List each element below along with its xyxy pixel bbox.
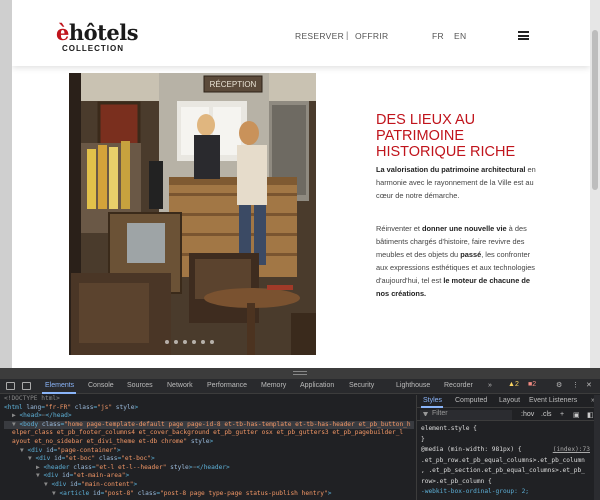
style-rule-line: .et_pb_row.et_pb_equal_columns>.et_pb_co…: [421, 456, 585, 464]
styles-tab-layout[interactable]: Layout: [499, 397, 520, 404]
site-logo[interactable]: èhôtels COLLECTION: [56, 20, 139, 56]
logo-wordmark: èhôtels: [56, 20, 139, 45]
styles-filter-row: Filter :hov .cls + ▣ ◧: [417, 409, 600, 421]
styles-filter-input[interactable]: Filter: [420, 410, 512, 420]
dom-node-line[interactable]: ▼ <div id="page-container">: [4, 447, 414, 456]
dom-node-line[interactable]: ▼ <body class="home page-template-defaul…: [4, 420, 414, 430]
paragraph-heritage: La valorisation du patrimoine architectu…: [376, 163, 544, 202]
logo-subtitle: COLLECTION: [62, 44, 124, 53]
style-rule-line: row>.et_pb_column {: [421, 477, 492, 485]
bold-text: donner une nouvelle vie: [422, 224, 507, 233]
devtools-tabbar: Elements Console Sources Network Perform…: [0, 379, 600, 394]
inspect-element-icon[interactable]: [6, 382, 15, 390]
settings-gear-icon[interactable]: ⚙: [556, 381, 562, 389]
warning-icon: ▲: [508, 381, 515, 388]
devtools-tab-security[interactable]: Security: [349, 382, 374, 389]
nav-offrir[interactable]: OFFRIR: [355, 31, 388, 41]
devtools-scrollbar[interactable]: [594, 395, 600, 500]
new-rule-icon[interactable]: +: [560, 411, 564, 418]
styles-pane: Styles Computed Layout Event Listeners »…: [416, 395, 600, 500]
devtools-tab-sources[interactable]: Sources: [127, 382, 153, 389]
dom-tree[interactable]: <!DOCTYPE html> <html lang="fr-FR" class=…: [0, 395, 414, 500]
dom-node-line[interactable]: elper_class et_pb_footer_columns4 et_cov…: [4, 429, 414, 438]
styles-tab-event-listeners[interactable]: Event Listeners: [529, 397, 577, 404]
device-toolbar-icon[interactable]: [22, 382, 31, 390]
devtools-panel: Elements Console Sources Network Perform…: [0, 379, 600, 500]
text-run: Réinventer et: [376, 224, 423, 233]
styles-tabbar: Styles Computed Layout Event Listeners »: [417, 395, 600, 408]
devtools-tab-recorder[interactable]: Recorder: [444, 382, 473, 389]
devtools-resize-handle[interactable]: [0, 368, 600, 379]
site-header: èhôtels COLLECTION RESERVER | OFFRIR FR …: [12, 0, 590, 66]
bold-text: passé: [460, 250, 482, 259]
reception-sign: RÉCEPTION: [210, 80, 257, 89]
devtools-tab-network[interactable]: Network: [167, 382, 193, 389]
warning-badge[interactable]: ▲2: [508, 381, 519, 388]
style-rule-line: element.style {: [421, 425, 477, 432]
dom-node-line[interactable]: <html lang="fr-FR" class="js" style>: [4, 404, 414, 413]
web-page: èhôtels COLLECTION RESERVER | OFFRIR FR …: [12, 0, 590, 368]
nav-reserver[interactable]: RESERVER: [295, 31, 344, 41]
dom-node-line[interactable]: ▼ <div id="et-boc" class="et-boc">: [4, 455, 414, 464]
sidebar-toggle-icon[interactable]: ◧: [587, 411, 594, 419]
hotel-reception-photo: RÉCEPTION: [69, 73, 316, 355]
style-rule-line: , .et_pb_section.et_pb_equal_columns>.et…: [421, 467, 585, 474]
devtools-tab-application[interactable]: Application: [300, 382, 334, 389]
kebab-menu-icon[interactable]: ⋮: [572, 381, 579, 389]
cls-toggle[interactable]: .cls: [541, 411, 552, 418]
dom-node-line[interactable]: <!DOCTYPE html>: [4, 395, 414, 404]
close-devtools-icon[interactable]: ✕: [586, 381, 592, 389]
color-format-icon[interactable]: ▣: [573, 411, 580, 419]
browser-viewport: èhôtels COLLECTION RESERVER | OFFRIR FR …: [0, 0, 600, 370]
hamburger-menu-icon[interactable]: [518, 31, 529, 40]
lang-en[interactable]: EN: [454, 31, 466, 41]
page-scrollbar[interactable]: [590, 0, 600, 370]
dom-node-line[interactable]: ayout et_no_sidebar et_divi_theme et-db …: [4, 438, 414, 447]
style-rule-line: }: [421, 435, 425, 443]
paragraph-new-life: Réinventer et donner une nouvelle vie à …: [376, 222, 544, 300]
styles-tab-computed[interactable]: Computed: [455, 397, 487, 404]
nav-separator: |: [346, 30, 349, 40]
scrollbar-thumb[interactable]: [592, 30, 598, 190]
devtools-tab-console[interactable]: Console: [88, 382, 114, 389]
dom-node-line[interactable]: ▼ <div id="et-main-area">: [4, 472, 414, 481]
filter-icon: [423, 412, 428, 417]
section-title: DES LIEUX AU PATRIMOINE HISTORIQUE RICHE: [376, 112, 516, 160]
dom-node-line[interactable]: ▼ <article id="post-8" class="post-8 pag…: [4, 490, 414, 499]
style-rule-line: -webkit-box-ordinal-group: 2;: [421, 488, 530, 495]
carousel-dots[interactable]: [165, 331, 219, 349]
dom-node-line[interactable]: ▶ <head>⋯</head>: [4, 412, 414, 421]
hov-toggle[interactable]: :hov: [521, 411, 534, 418]
dom-node-line[interactable]: ▶ <header class="et-l et-l--header" styl…: [4, 464, 414, 473]
devtools-tab-memory[interactable]: Memory: [261, 382, 286, 389]
issues-badge[interactable]: ■2: [528, 381, 536, 388]
style-rule-line: @media (min-width: 981px) {: [421, 446, 522, 453]
dom-node-line[interactable]: ▼ <div id="main-content">: [4, 481, 414, 490]
bold-text: La valorisation du patrimoine architectu…: [376, 165, 526, 174]
devtools-tab-performance[interactable]: Performance: [207, 382, 247, 389]
style-source-link[interactable]: (index):73: [553, 446, 590, 453]
more-tabs-icon[interactable]: »: [488, 382, 492, 389]
devtools-tab-lighthouse[interactable]: Lighthouse: [396, 382, 430, 389]
styles-tab-styles[interactable]: Styles: [423, 397, 442, 404]
devtools-tab-elements[interactable]: Elements: [45, 382, 74, 389]
lang-fr[interactable]: FR: [432, 31, 444, 41]
